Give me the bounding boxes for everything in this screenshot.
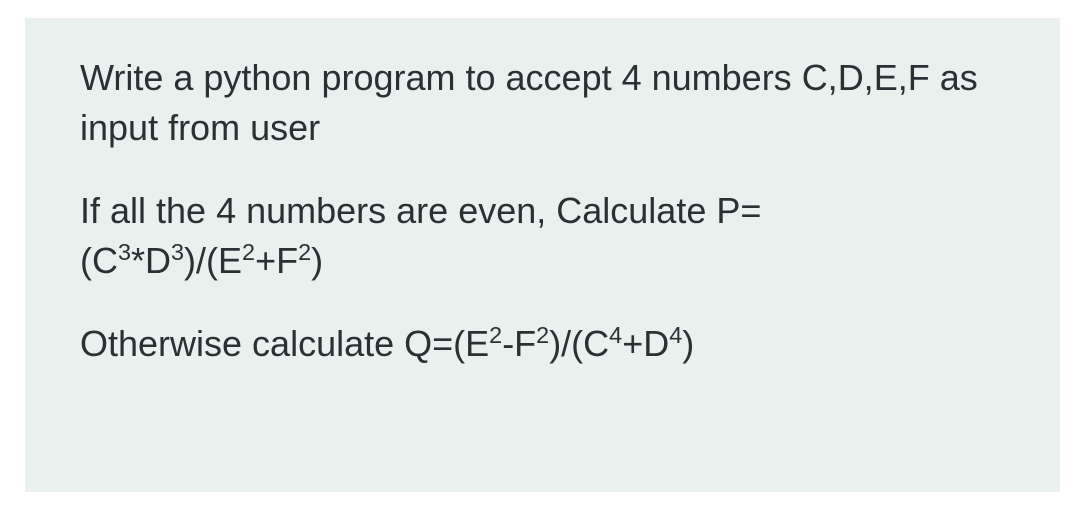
f-t4: +F [255,240,298,281]
exp-e2: 2 [242,239,255,265]
page-container: Write a python program to accept 4 numbe… [0,0,1080,510]
even-prefix: If all the 4 numbers are even, Calculate… [80,190,761,231]
q-t3: )/(C [549,323,609,364]
exp-c4: 4 [609,322,622,348]
f-close: ) [311,240,323,281]
q-t2: -F [502,323,536,364]
exp-c3: 3 [118,239,131,265]
exp-d4: 4 [669,322,682,348]
intro-text: Write a python program to accept 4 numbe… [80,57,978,148]
q-close: ) [682,323,694,364]
problem-panel: Write a python program to accept 4 numbe… [25,18,1060,492]
formula-p: (C3*D3)/(E2+F2) [80,240,323,281]
q-t4: +D [622,323,669,364]
paragraph-even-case: If all the 4 numbers are even, Calculate… [80,186,1005,287]
f-open: (C [80,240,118,281]
exp-d3: 3 [171,239,184,265]
q-prefix: Otherwise calculate Q=(E [80,323,489,364]
exp-f2b: 2 [536,322,549,348]
paragraph-otherwise: Otherwise calculate Q=(E2-F2)/(C4+D4) [80,319,1005,369]
exp-e2b: 2 [489,322,502,348]
formula-q: Otherwise calculate Q=(E2-F2)/(C4+D4) [80,323,694,364]
f-t2: *D [131,240,171,281]
paragraph-intro: Write a python program to accept 4 numbe… [80,53,1005,154]
exp-f2: 2 [298,239,311,265]
f-t3: )/(E [184,240,242,281]
